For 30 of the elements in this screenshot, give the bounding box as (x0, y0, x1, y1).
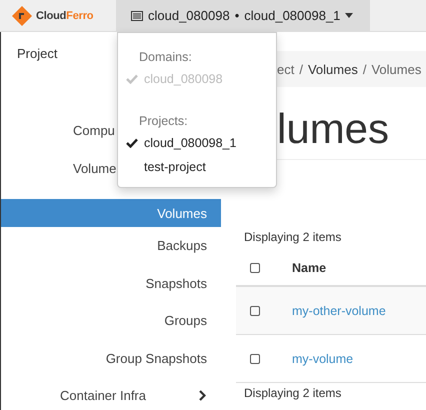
sidebar-item[interactable]: Snapshots (1, 264, 221, 302)
logo-text: CloudFerro (36, 10, 94, 22)
logo-icon (11, 4, 33, 26)
breadcrumb-separator: / (362, 62, 366, 76)
breadcrumb-link[interactable]: Volumes (371, 62, 422, 76)
row-checkbox[interactable] (250, 354, 260, 364)
page-title: lumes (276, 104, 390, 154)
sidebar-item[interactable]: Container Infra (1, 377, 221, 410)
project-selector[interactable]: cloud_080098 • cloud_080098_1 (116, 0, 370, 31)
menu-item[interactable]: cloud_080098_1 (118, 131, 276, 155)
menu-heading: Domains: (138, 49, 193, 66)
breadcrumb-link[interactable]: Volumes (308, 62, 358, 76)
item-count: Displaying 2 items (243, 386, 342, 400)
volume-link[interactable]: my-volume (292, 352, 354, 366)
column-header[interactable]: Name (292, 260, 326, 274)
caret-icon (345, 13, 354, 18)
sidebar-item[interactable]: Backups (1, 227, 221, 264)
breadcrumb-link[interactable]: ect (277, 62, 294, 76)
sidebar-item[interactable]: Group Snapshots (1, 340, 221, 377)
item-count: Displaying 2 items (243, 230, 342, 246)
list-icon (131, 10, 143, 20)
menu-item[interactable]: test-project (118, 155, 276, 179)
breadcrumb-separator: / (299, 62, 303, 76)
select-all-checkbox[interactable] (250, 262, 260, 272)
chevron-icon (199, 390, 206, 402)
sidebar-label: Container Infra (60, 388, 146, 404)
sidebar-item[interactable]: Groups (1, 302, 221, 340)
row-checkbox[interactable] (250, 306, 260, 316)
sidebar-item[interactable]: Volumes (1, 199, 221, 227)
menu-heading: Projects: (138, 113, 189, 130)
